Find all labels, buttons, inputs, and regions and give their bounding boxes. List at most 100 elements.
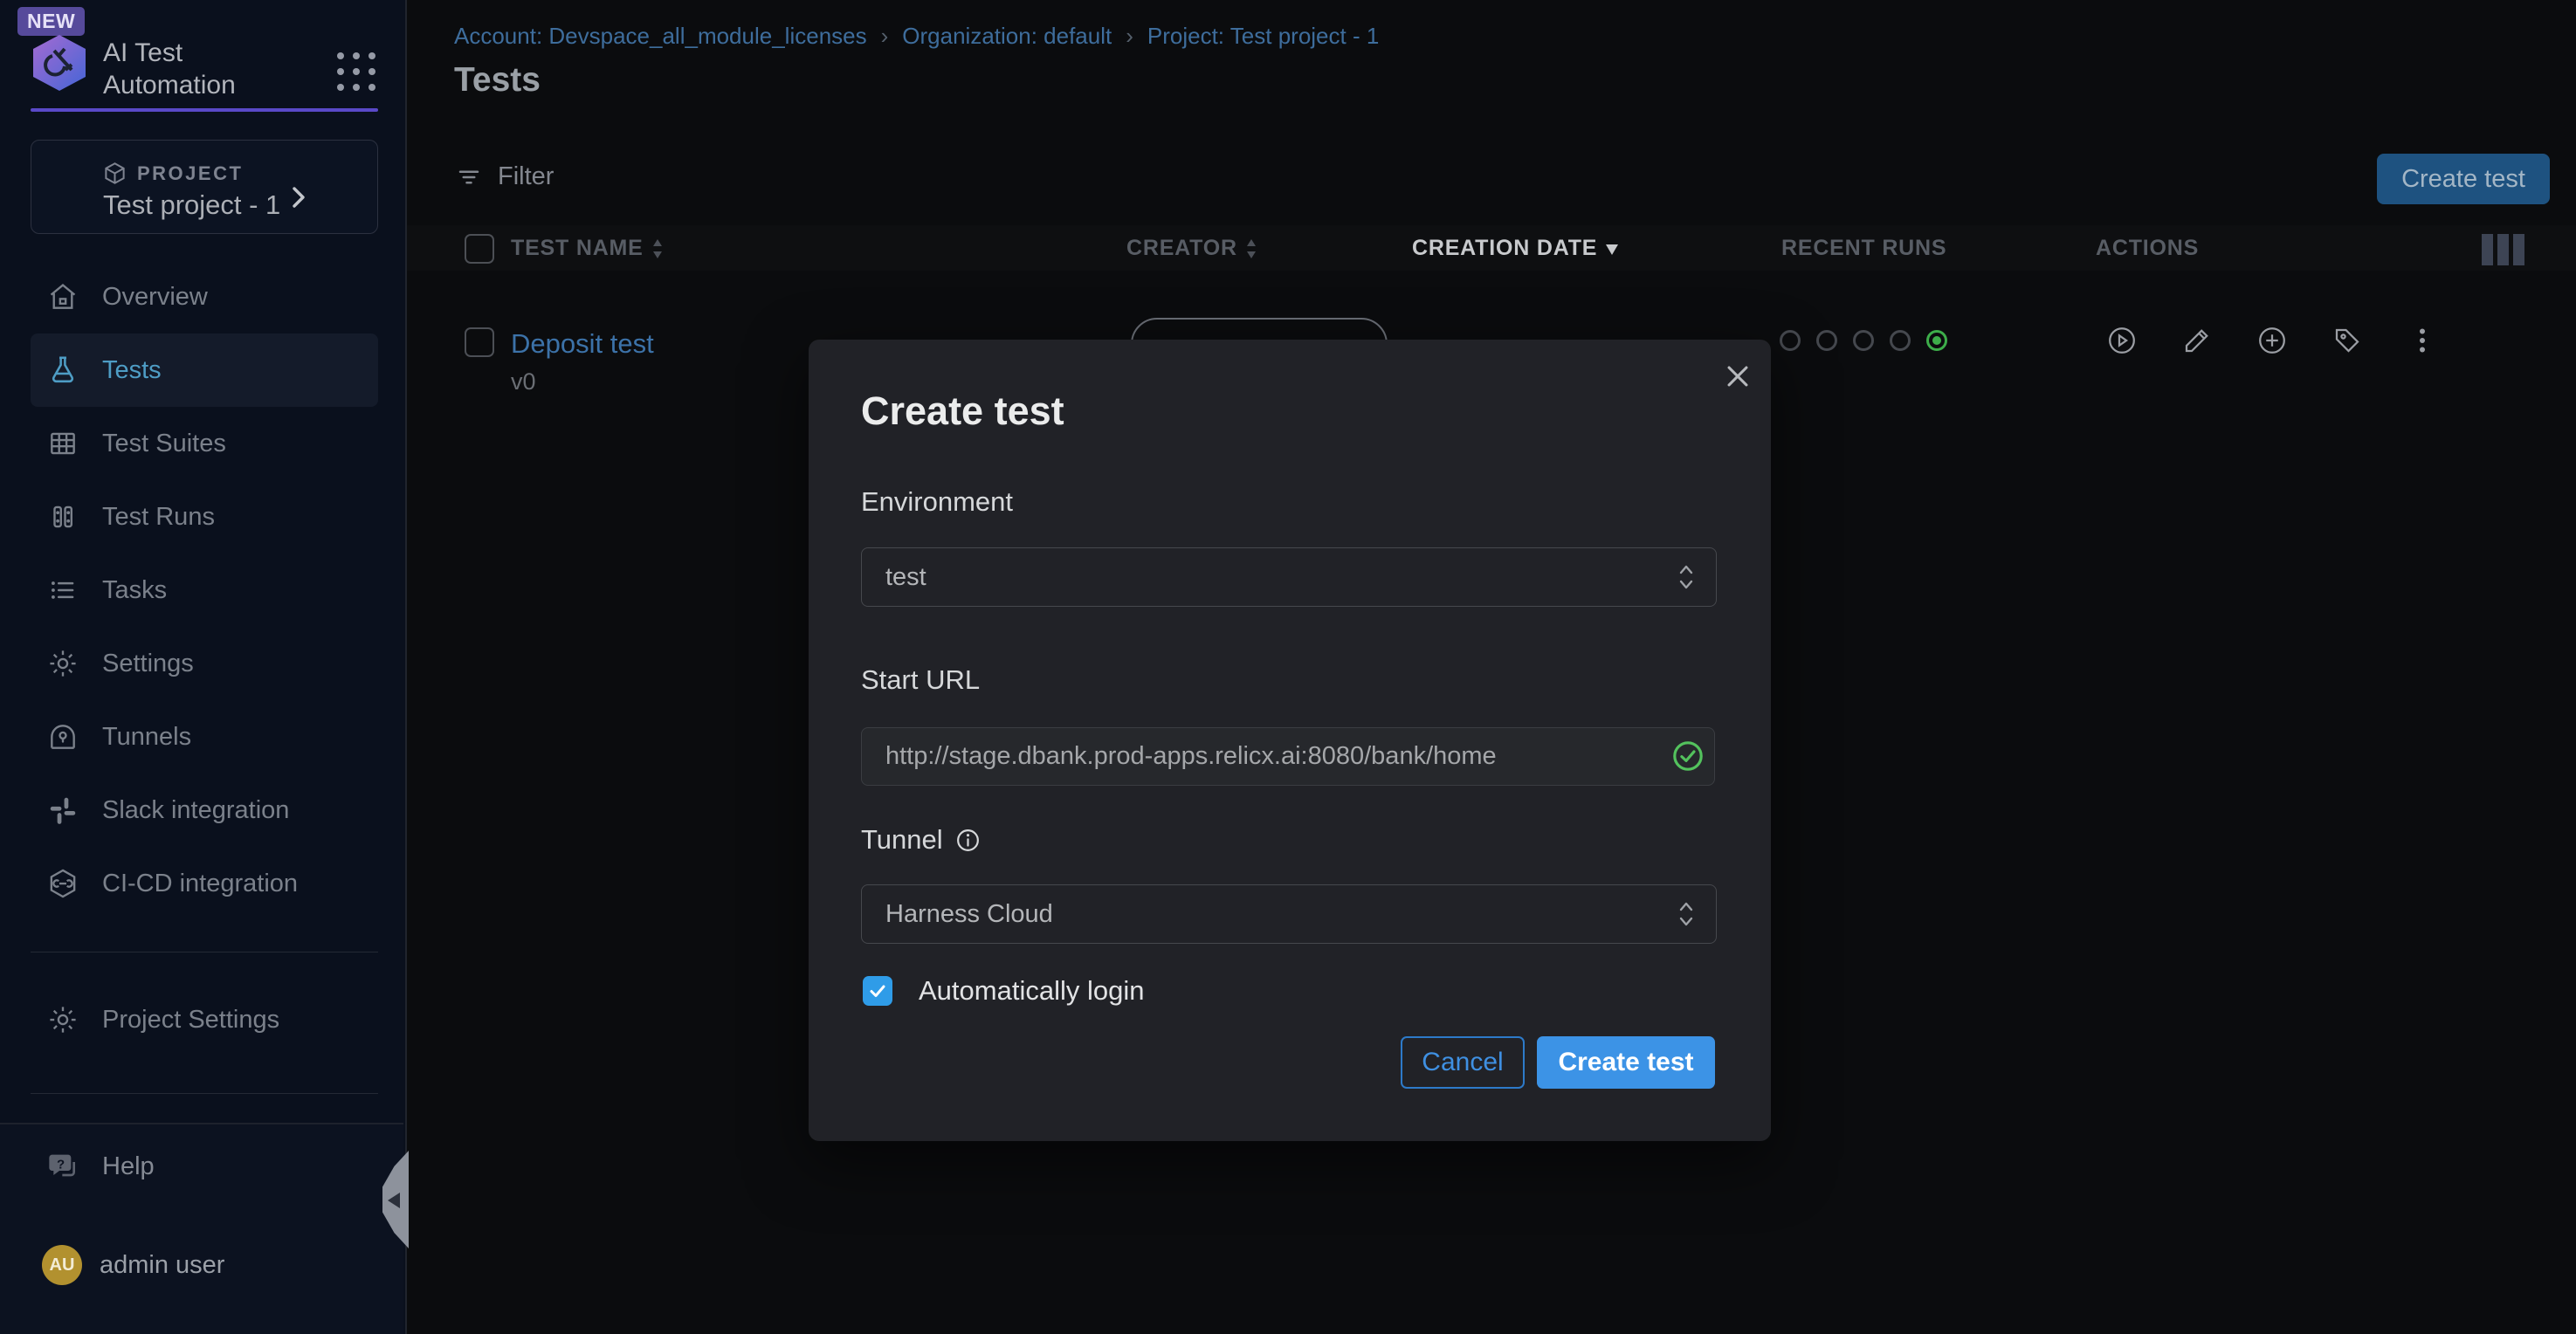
cube-icon [103, 162, 127, 185]
help-button[interactable]: ? Help [46, 1149, 155, 1184]
table-icon [46, 427, 79, 460]
sidebar-item-settings[interactable]: Settings [31, 627, 378, 700]
create-test-submit-button[interactable]: Create test [1537, 1036, 1715, 1089]
create-test-modal: Create test Environment test Start URL T… [809, 340, 1771, 1141]
run-status-dot-passed[interactable] [1926, 330, 1947, 351]
auto-login-checkbox[interactable] [863, 976, 892, 1006]
sidebar-item-label: Project Settings [102, 1006, 279, 1035]
environment-select[interactable]: test [861, 547, 1717, 607]
brand-divider [31, 108, 378, 112]
sidebar-item-cicd-integration[interactable]: CI-CD integration [31, 847, 378, 920]
select-chevrons-icon [1676, 560, 1697, 598]
app-logo [33, 35, 86, 91]
filter-button[interactable]: Filter [456, 162, 554, 191]
row-actions [2106, 325, 2438, 356]
sidebar-item-tunnels[interactable]: Tunnels [31, 700, 378, 774]
run-status-dot[interactable] [1780, 330, 1801, 351]
sidebar-footer-nav: Project Settings [31, 983, 378, 1056]
add-icon[interactable] [2256, 325, 2288, 356]
sidebar-item-test-runs[interactable]: Test Runs [31, 480, 378, 554]
app-window: NEW AI Test Automation PROJECT T [0, 0, 2576, 1334]
link-hex-icon [46, 867, 79, 900]
sidebar-item-label: Slack integration [102, 796, 289, 825]
app-switcher-icon[interactable] [334, 49, 379, 99]
app-logo-glyph [33, 35, 86, 91]
avatar: AU [42, 1245, 82, 1285]
chevron-right-icon [288, 184, 309, 215]
sidebar-item-label: Tests [102, 356, 162, 385]
close-icon[interactable] [1718, 357, 1757, 395]
run-test-icon[interactable] [2106, 325, 2138, 356]
sidebar-item-tests[interactable]: Tests [31, 334, 378, 407]
project-selector[interactable]: PROJECT Test project - 1 [31, 140, 378, 234]
sidebar-item-label: Tunnels [102, 723, 191, 752]
sidebar-item-label: Overview [102, 283, 208, 312]
sidebar-item-label: Test Runs [102, 503, 215, 532]
run-status-dot[interactable] [1853, 330, 1874, 351]
select-chevrons-icon [1676, 897, 1697, 935]
column-header-creation-date[interactable]: CREATION DATE [1412, 236, 1620, 261]
select-all-checkbox[interactable] [465, 234, 494, 264]
sidebar-item-project-settings[interactable]: Project Settings [31, 983, 378, 1056]
flask-icon [46, 354, 79, 387]
user-name: admin user [100, 1251, 224, 1280]
test-name-link[interactable]: Deposit test [511, 328, 654, 360]
info-icon[interactable] [955, 828, 981, 853]
svg-text:?: ? [57, 1157, 65, 1172]
create-test-button-top[interactable]: Create test [2377, 154, 2550, 204]
tunnel-select[interactable]: Harness Cloud [861, 884, 1717, 944]
url-valid-check-icon [1671, 739, 1705, 777]
tunnel-value: Harness Cloud [885, 900, 1053, 929]
sidebar-item-label: Settings [102, 650, 194, 678]
sidebar-item-slack-integration[interactable]: Slack integration [31, 774, 378, 847]
column-header-recent-runs: RECENT RUNS [1781, 236, 1946, 261]
run-status-dot[interactable] [1890, 330, 1911, 351]
sidebar-item-test-suites[interactable]: Test Suites [31, 407, 378, 480]
sidebar-divider [31, 1093, 378, 1094]
more-menu-icon[interactable] [2407, 325, 2438, 356]
breadcrumb-project[interactable]: Project: Test project - 1 [1147, 23, 1379, 50]
sidebar-item-label: CI-CD integration [102, 870, 298, 898]
test-version: v0 [511, 368, 536, 395]
check-icon [867, 980, 888, 1001]
start-url-input[interactable] [861, 727, 1715, 786]
sidebar-item-overview[interactable]: Overview [31, 260, 378, 334]
breadcrumb-organization[interactable]: Organization: default [902, 23, 1112, 50]
sidebar-item-label: Tasks [102, 576, 167, 605]
gear-icon [46, 1003, 79, 1036]
sidebar-item-tasks[interactable]: Tasks [31, 554, 378, 627]
sort-icon [651, 237, 665, 260]
breadcrumb-account[interactable]: Account: Devspace_all_module_licenses [454, 23, 867, 50]
recent-runs [1780, 330, 1947, 351]
environment-label: Environment [861, 486, 1013, 518]
column-header-creator[interactable]: CREATOR [1126, 236, 1258, 261]
sidebar-item-label: Test Suites [102, 430, 226, 458]
start-url-label: Start URL [861, 664, 980, 696]
filter-label: Filter [498, 162, 554, 191]
gear-icon [46, 647, 79, 680]
tunnel-label: Tunnel [861, 824, 981, 856]
row-checkbox[interactable] [465, 327, 494, 357]
slack-icon [46, 794, 79, 827]
user-menu[interactable]: AU admin user [42, 1245, 224, 1285]
column-header-actions: ACTIONS [2096, 236, 2199, 261]
tag-icon[interactable] [2331, 325, 2363, 356]
breadcrumb: Account: Devspace_all_module_licenses › … [454, 23, 1379, 50]
column-settings-icon[interactable] [2482, 234, 2524, 265]
sort-desc-icon [1604, 242, 1620, 256]
column-header-test-name[interactable]: TEST NAME [511, 236, 665, 261]
project-name: Test project - 1 [103, 189, 280, 221]
table-header: TEST NAME CREATOR CREATION DATE RECENT R… [407, 225, 2576, 271]
sidebar-bottom-panel: ? Help AU admin user [0, 1123, 403, 1334]
help-label: Help [102, 1152, 155, 1181]
sidebar-nav: Overview Tests Test Suites Test Runs [31, 260, 378, 920]
sidebar: NEW AI Test Automation PROJECT T [0, 0, 407, 1334]
auto-login-label: Automatically login [919, 975, 1144, 1007]
modal-title: Create test [861, 389, 1064, 434]
sort-icon [1244, 237, 1258, 260]
run-status-dot[interactable] [1816, 330, 1837, 351]
cancel-button[interactable]: Cancel [1401, 1036, 1525, 1089]
edit-icon[interactable] [2181, 325, 2213, 356]
breadcrumb-separator: › [881, 23, 889, 50]
breadcrumb-separator: › [1126, 23, 1133, 50]
